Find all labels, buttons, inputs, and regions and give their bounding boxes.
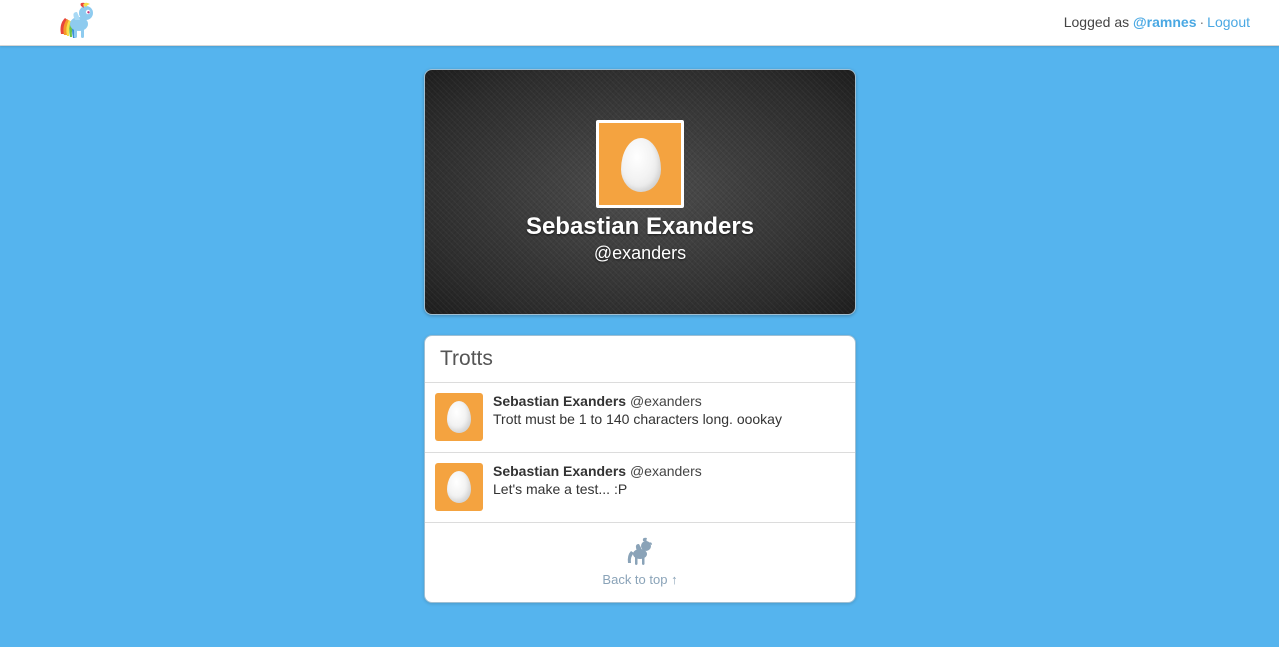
profile-handle: @exanders <box>593 243 687 263</box>
trott-author-name[interactable]: Sebastian Exanders <box>493 393 626 409</box>
profile-header-card: Sebastian Exanders @exanders <box>424 69 856 315</box>
trott-author: Sebastian Exanders @exanders <box>493 463 702 479</box>
trott-item: Sebastian Exanders @exanders Let's make … <box>425 453 855 523</box>
back-to-top-link[interactable]: Back to top ↑ <box>425 572 855 587</box>
trott-author-handle[interactable]: @exanders <box>630 393 702 409</box>
session-prefix: Logged as <box>1063 14 1134 30</box>
top-navigation-bar: Logged as @ramnes · Logout <box>0 0 1279 46</box>
trotts-panel-header: Trotts <box>425 336 855 383</box>
trott-author-handle[interactable]: @exanders <box>630 463 702 479</box>
trott-author-name[interactable]: Sebastian Exanders <box>493 463 626 479</box>
egg-avatar-icon[interactable] <box>435 463 483 511</box>
current-user-link[interactable]: @ramnes <box>1133 14 1196 30</box>
pony-logo-icon[interactable] <box>55 0 97 42</box>
egg-icon <box>447 401 471 433</box>
trott-item: Sebastian Exanders @exanders Trott must … <box>425 383 855 453</box>
trott-text: Let's make a test... :P <box>493 481 628 497</box>
egg-avatar-icon <box>596 120 684 208</box>
pony-silhouette-icon <box>625 537 655 567</box>
egg-avatar-icon[interactable] <box>435 393 483 441</box>
trotts-panel: Trotts Sebastian Exanders @exanders Trot… <box>424 335 856 603</box>
logout-link[interactable]: Logout <box>1207 14 1250 30</box>
egg-icon <box>447 471 471 503</box>
egg-icon <box>621 138 661 192</box>
session-info: Logged as @ramnes · Logout <box>1064 14 1250 30</box>
trotts-panel-footer: Back to top ↑ <box>425 522 855 602</box>
separator-dot: · <box>1199 14 1205 30</box>
trott-text: Trott must be 1 to 140 characters long. … <box>493 411 782 427</box>
trotts-panel-title: Trotts <box>440 347 493 370</box>
profile-name: Sebastian Exanders <box>525 213 755 240</box>
trott-author: Sebastian Exanders @exanders <box>493 393 702 409</box>
